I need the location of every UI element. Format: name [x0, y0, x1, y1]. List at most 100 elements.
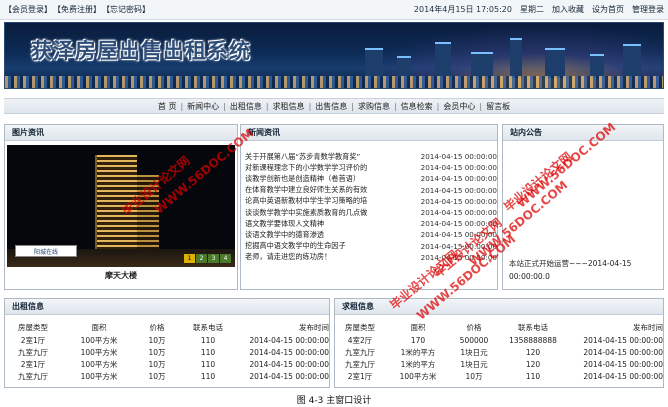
table-cell: 100平方米: [399, 371, 437, 381]
news-title[interactable]: 挖掘高中语文教学中的生命因子: [245, 241, 405, 251]
table-cell: 2室1厅: [20, 359, 46, 369]
news-title[interactable]: 论高中英语新教材中学生学习策略的培: [245, 196, 405, 206]
table-cell: 100平方米: [80, 347, 118, 357]
photo-caption[interactable]: 摩天大楼: [5, 270, 237, 281]
news-title[interactable]: 谈谈数学教学中实施素质教育的几点做: [245, 208, 405, 218]
nav-item-seek-rent[interactable]: 求租信息: [269, 101, 309, 112]
top-bar: 【会员登录】 【免费注册】 【忘记密码】 2014年4月15日 17:05:20…: [0, 0, 668, 20]
table-cell: 1块日元: [460, 359, 488, 369]
forgot-password-link[interactable]: 【忘记密码】: [102, 4, 150, 15]
news-title[interactable]: 老师，请走进您的练功房！: [245, 252, 405, 262]
banner-building: [435, 42, 451, 78]
rent-out-panel: 出租信息 房屋类型 面积 价格 联系电话 发布时间 2室1厅 100平方米 10…: [4, 298, 330, 388]
news-date: 2014-04-15 00:00:00: [420, 163, 497, 173]
news-title[interactable]: 语文教学要体现人文精神: [245, 219, 405, 229]
table-cell: 120: [525, 347, 541, 357]
table-cell: 2014-04-15 00:00:00: [249, 335, 329, 345]
banner-building: [623, 44, 641, 78]
table-row[interactable]: 九室九厅 100平方米 10万 110 2014-04-15 00:00:00: [7, 346, 329, 358]
table-cell: 4室2厅: [347, 335, 373, 345]
news-date: 2014-04-15 00:00:00: [420, 230, 497, 240]
photo-news-panel: 图片资讯 阳城在线 1 2 3 4 摩天大楼: [4, 124, 238, 290]
list-item: 语文教学要体现人文精神 2014-04-15 00:00:00: [245, 218, 497, 229]
table-cell: 2014-04-15 00:00:00: [249, 347, 329, 357]
news-title[interactable]: 谈语文教学中的德育渗透: [245, 230, 405, 240]
nav-item-search[interactable]: 信息检索: [397, 101, 437, 112]
nav-item-rent-out[interactable]: 出租信息: [226, 101, 266, 112]
admin-login-link[interactable]: 管理登录: [632, 4, 664, 15]
table-cell: 100平方米: [80, 335, 118, 345]
pager-button[interactable]: 2: [196, 254, 207, 263]
table-row[interactable]: 2室1厅 100平方米 10万 110 2014-04-15 00:00:00: [337, 370, 663, 382]
news-date: 2014-04-15 00:00:00: [420, 252, 497, 262]
table-cell: 1358888888: [509, 335, 557, 345]
table-cell: 10万: [148, 347, 166, 357]
add-favorite-link[interactable]: 加入收藏: [552, 4, 584, 15]
featured-photo[interactable]: 阳城在线 1 2 3 4: [7, 145, 235, 267]
list-item: 论高中英语新教材中学生学习策略的培 2014-04-15 00:00:00: [245, 196, 497, 207]
column-header: 面积: [91, 323, 107, 332]
figure-caption: 图 4-3 主窗口设计: [296, 396, 372, 406]
photo-tower: [137, 175, 159, 259]
table-row[interactable]: 4室2厅 170 500000 1358888888 2014-04-15 00…: [337, 334, 663, 346]
table-row[interactable]: 九室九厅 1米的平方 1块日元 120 2014-04-15 00:00:00: [337, 358, 663, 370]
pager-button[interactable]: 4: [220, 254, 231, 263]
column-header: 价格: [466, 323, 482, 332]
table-cell: 九室九厅: [18, 371, 48, 381]
seek-rent-panel: 求租信息 房屋类型 面积 价格 联系电话 发布时间 4室2厅 170 50000…: [334, 298, 664, 388]
table-cell: 九室九厅: [345, 347, 375, 357]
column-header: 联系电话: [518, 323, 548, 332]
table-row[interactable]: 2室1厅 100平方米 10万 110 2014-04-15 00:00:00: [7, 358, 329, 370]
table-cell: 110: [200, 359, 216, 369]
banner-building: [590, 54, 604, 78]
current-datetime: 2014年4月15日 17:05:20: [413, 5, 512, 14]
table-row[interactable]: 2室1厅 100平方米 10万 110 2014-04-15 00:00:00: [7, 334, 329, 346]
panel-title: 出租信息: [5, 299, 329, 315]
table-cell: 2室1厅: [20, 335, 46, 345]
list-item: 谈教学创新也是创造精神（卷首语） 2014-04-15 00:00:00: [245, 173, 497, 184]
nav-item-news[interactable]: 新闻中心: [183, 101, 223, 112]
table-cell: 2014-04-15 00:00:00: [249, 371, 329, 381]
table-row[interactable]: 九室九厅 100平方米 10万 110 2014-04-15 00:00:00: [7, 370, 329, 382]
member-login-link[interactable]: 【会员登录】: [4, 4, 52, 15]
news-title[interactable]: 对新课程理念下的小学数学学习评价的: [245, 163, 405, 173]
nav-item-sale[interactable]: 出售信息: [311, 101, 351, 112]
list-item: 关于开展第八届“苏步青数学教育奖” 2014-04-15 00:00:00: [245, 151, 497, 162]
rent-out-table: 房屋类型 面积 价格 联系电话 发布时间 2室1厅 100平方米 10万 110…: [7, 321, 329, 382]
news-title[interactable]: 谈教学创新也是创造精神（卷首语）: [245, 174, 405, 184]
column-header: 发布时间: [299, 323, 329, 332]
table-cell: 2014-04-15 00:00:00: [249, 359, 329, 369]
table-cell: 2014-04-15 00:00:00: [583, 347, 663, 357]
panel-title: 站内公告: [503, 125, 663, 141]
column-header: 发布时间: [633, 323, 663, 332]
nav-item-member[interactable]: 会员中心: [439, 101, 479, 112]
table-cell: 110: [200, 335, 216, 345]
table-row[interactable]: 九室九厅 1米的平方 1块日元 120 2014-04-15 00:00:00: [337, 346, 663, 358]
nav-item-guestbook[interactable]: 留言板: [482, 101, 514, 112]
news-title[interactable]: 在体育教学中建立良好师生关系的有效: [245, 185, 405, 195]
notice-panel: 站内公告 本站正式开始运营~~~2014-04-15 00:00:00.0: [502, 124, 664, 290]
panel-title: 求租信息: [335, 299, 663, 315]
column-header: 房屋类型: [345, 323, 375, 332]
table-header-row: 房屋类型 面积 价格 联系电话 发布时间: [337, 321, 663, 334]
banner-building: [365, 48, 383, 78]
nav-item-purchase[interactable]: 求购信息: [354, 101, 394, 112]
list-item: 在体育教学中建立良好师生关系的有效 2014-04-15 00:00:00: [245, 185, 497, 196]
notice-text[interactable]: 本站正式开始运营~~~2014-04-15 00:00:00.0: [509, 257, 659, 283]
banner-building: [471, 52, 493, 78]
photo-pager: 1 2 3 4: [183, 254, 231, 263]
news-panel: 新闻资讯 关于开展第八届“苏步青数学教育奖” 2014-04-15 00:00:0…: [240, 124, 498, 290]
table-cell: 1块日元: [460, 347, 488, 357]
table-cell: 170: [410, 335, 426, 345]
set-homepage-link[interactable]: 设为首页: [592, 4, 624, 15]
register-link[interactable]: 【免费注册】: [53, 4, 101, 15]
list-item: 对新课程理念下的小学数学学习评价的 2014-04-15 00:00:00: [245, 162, 497, 173]
seek-rent-table: 房屋类型 面积 价格 联系电话 发布时间 4室2厅 170 500000 135…: [337, 321, 663, 382]
pager-button[interactable]: 1: [184, 254, 195, 263]
news-title[interactable]: 关于开展第八届“苏步青数学教育奖”: [245, 152, 405, 162]
nav-item-home[interactable]: 首 页: [154, 101, 181, 112]
account-links: 【会员登录】 【免费注册】 【忘记密码】: [4, 4, 150, 15]
panel-title: 图片资讯: [5, 125, 237, 141]
pager-button[interactable]: 3: [208, 254, 219, 263]
table-cell: 100平方米: [80, 359, 118, 369]
